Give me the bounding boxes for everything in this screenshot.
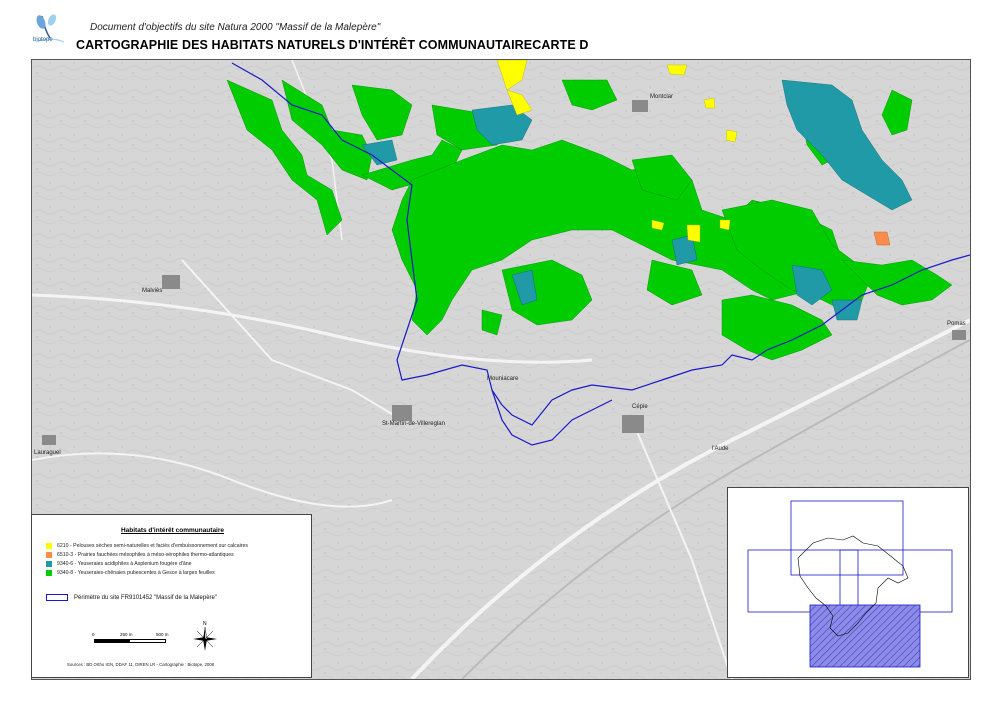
legend-swatch-green — [46, 570, 52, 576]
inset-frame-east — [839, 549, 953, 613]
legend-label: 6510-3 - Prairies fauchées mésophiles à … — [57, 552, 234, 558]
place-label-malvies: Malviès — [142, 288, 162, 294]
north-label: N — [203, 621, 207, 627]
legend-item-perimeter: Périmètre du site FR9101452 "Massif de l… — [46, 594, 217, 601]
perimeter-swatch — [46, 594, 68, 601]
map-legend: Habitats d'intérêt communautaire 6210 - … — [31, 514, 312, 678]
north-arrow-icon: N — [193, 621, 217, 651]
scale-label-end: 500 m — [156, 632, 169, 637]
place-label-lauraguel: Lauraguel — [34, 450, 61, 456]
scale-bar-fill — [95, 640, 130, 642]
biotope-logo — [35, 14, 65, 43]
legend-swatch-teal — [46, 561, 52, 567]
legend-item-6210: 6210 - Pelouses sèches semi-naturelles e… — [46, 542, 248, 550]
legend-swatch-orange — [46, 552, 52, 558]
scale-label-zero: 0 — [92, 632, 95, 637]
map-title: CARTOGRAPHIE DES HABITATS NATURELS D'INT… — [76, 38, 589, 52]
legend-label: 9340-8 - Yeuseraies-chênaies pubescentes… — [57, 570, 215, 576]
legend-item-6510-3: 6510-3 - Prairies fauchées mésophiles à … — [46, 551, 234, 559]
perimeter-label: Périmètre du site FR9101452 "Massif de l… — [74, 594, 217, 601]
place-label-montclar: Montclar — [650, 94, 673, 100]
inset-svg — [747, 500, 953, 668]
legend-item-9340-6: 9340-6 - Yeuseraies acidiphiles à Asplen… — [46, 560, 192, 568]
inset-frame-north — [790, 500, 904, 576]
scale-bar — [94, 639, 166, 643]
legend-label: 9340-6 - Yeuseraies acidiphiles à Asplen… — [57, 561, 192, 567]
place-label-st-martin: St-Martin-de-Villereglan — [382, 421, 445, 427]
logo-text: biotope — [33, 37, 53, 43]
legend-label: 6210 - Pelouses sèches semi-naturelles e… — [57, 543, 249, 549]
sources-credit: Sources : BD Ortho IGN, DDAF 11, DIREN L… — [67, 662, 215, 667]
legend-title: Habitats d'intérêt communautaire — [120, 527, 225, 534]
inset-locator-map — [727, 487, 969, 678]
place-label-mouniacare: Mouniacare — [487, 376, 519, 382]
scale-label-mid: 250 m — [120, 632, 133, 637]
place-label-pomas: Pomas — [947, 321, 966, 327]
document-subtitle: Document d'objectifs du site Natura 2000… — [90, 22, 381, 33]
place-label-aude: l'Aude — [712, 446, 729, 452]
legend-swatch-yellow — [46, 543, 52, 549]
habitat-6510-3-polygons — [873, 231, 891, 246]
legend-item-9340-8: 9340-8 - Yeuseraies-chênaies pubescentes… — [46, 569, 215, 577]
place-label-cepie: Cépie — [632, 404, 648, 410]
